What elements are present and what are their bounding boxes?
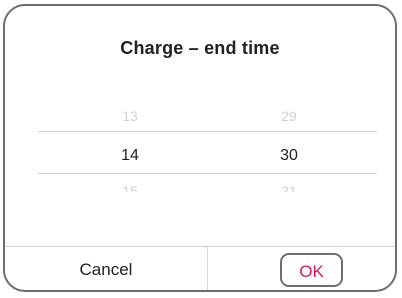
hour-option-next[interactable]: 15 [90, 183, 170, 192]
ok-button[interactable]: OK [280, 253, 343, 287]
button-divider [207, 247, 208, 290]
hour-option-selected[interactable]: 14 [90, 147, 170, 165]
cancel-button[interactable]: Cancel [5, 247, 207, 290]
dialog-title: Charge – end time [120, 38, 280, 58]
selection-line-bottom [38, 173, 377, 174]
time-picker[interactable]: 13 14 15 29 30 31 [5, 100, 395, 210]
time-picker-dialog: Charge – end time 13 14 15 29 30 31 Canc… [3, 4, 397, 292]
selection-line-top [38, 131, 377, 132]
minute-option-next[interactable]: 31 [249, 183, 329, 192]
minute-option-selected[interactable]: 30 [249, 147, 329, 165]
hour-option-prev[interactable]: 13 [90, 108, 170, 124]
minute-option-prev[interactable]: 29 [249, 108, 329, 124]
